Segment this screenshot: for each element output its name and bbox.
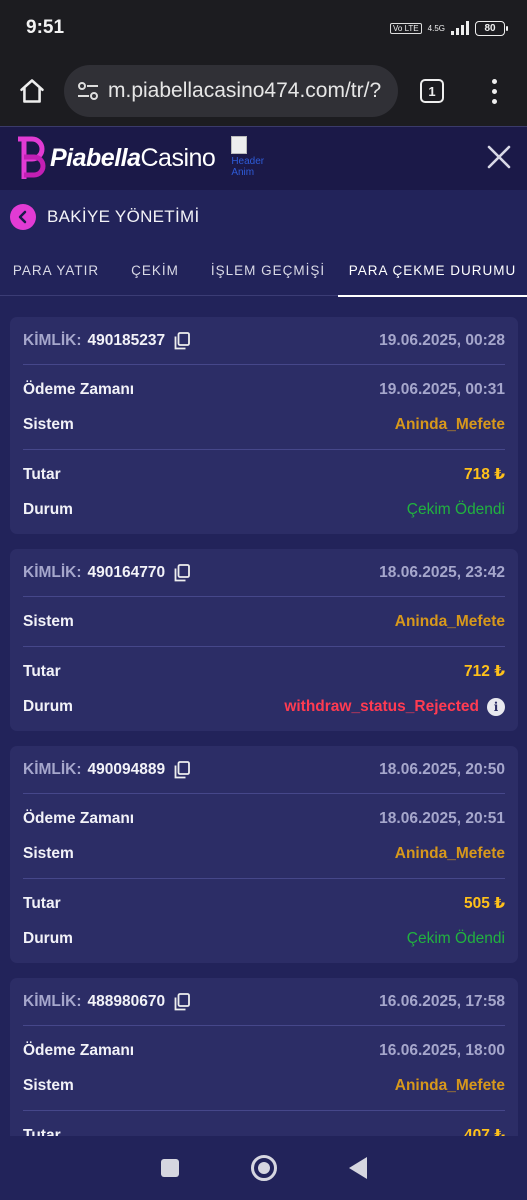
withdrawal-list: KİMLİK: 490185237 19.06.2025, 00:28 Ödem… [10,317,518,1175]
status-bar: 9:51 Vo LTE 4.5G 80 [0,0,527,56]
system-row: Sistem Aninda_Mefete [23,1076,505,1094]
back-button[interactable] [10,204,36,230]
withdrawal-id: 490185237 [87,331,166,349]
card-header: KİMLİK: 490094889 18.06.2025, 20:50 [23,746,505,794]
withdrawal-id: 488980670 [87,992,166,1010]
back-nav-button[interactable] [348,1157,367,1179]
withdrawal-id: 490164770 [87,563,166,581]
more-vert-icon [491,78,497,104]
tab-count: 1 [420,79,444,103]
created-date: 19.06.2025, 00:28 [379,331,505,349]
url-text: m.piabellacasino474.com/tr/? [108,79,382,102]
tab-switcher-button[interactable]: 1 [400,79,464,103]
header-animation-image: Header Anim [231,135,283,182]
close-button[interactable] [485,143,513,171]
created-date: 18.06.2025, 20:50 [379,760,505,778]
payment-time-row: Ödeme Zamanı 19.06.2025, 00:31 [23,380,505,398]
battery-icon: 80 [475,20,508,36]
card-header: KİMLİK: 490164770 18.06.2025, 23:42 [23,549,505,597]
home-circle-icon [257,1162,270,1174]
tab-deposit[interactable]: PARA YATIR [0,244,112,296]
info-icon[interactable]: i [487,697,505,716]
payment-time-row: Ödeme Zamanı 16.06.2025, 18:00 [23,1041,505,1059]
address-bar[interactable]: m.piabellacasino474.com/tr/? [64,65,398,117]
site-settings-icon[interactable] [74,80,102,102]
tab-transaction-history[interactable]: İŞLEM GEÇMİŞİ [198,244,338,296]
chevron-left-icon [18,210,27,224]
system-row: Sistem Aninda_Mefete [23,415,505,433]
payment-time-value: 16.06.2025, 18:00 [379,1041,505,1059]
page-title: BAKİYE YÖNETİMİ [47,207,200,226]
system-row: Sistem Aninda_Mefete [23,844,505,862]
home-icon [20,79,44,103]
amount-value: 712 ₺ [464,663,505,680]
system-value: Aninda_Mefete [394,612,505,630]
status-icons: Vo LTE 4.5G 80 [390,20,508,36]
copy-icon[interactable] [174,331,191,350]
id-label: KİMLİK: [23,992,82,1010]
status-row: Durum Çekim Ödendi [23,500,505,518]
payment-time-value: 19.06.2025, 00:31 [379,380,505,398]
card-header: KİMLİK: 490185237 19.06.2025, 00:28 [23,317,505,365]
status-row: Durum Çekim Ödendi [23,929,505,947]
site-header: Piabella Casino Header Anim [0,126,527,190]
withdrawal-card: KİMLİK: 490185237 19.06.2025, 00:28 Ödem… [10,317,518,534]
clock: 9:51 [26,17,65,38]
withdrawal-card: KİMLİK: 488980670 16.06.2025, 17:58 Ödem… [10,978,518,1160]
tab-withdraw[interactable]: ÇEKİM [112,244,198,296]
system-navigation-bar [0,1136,527,1200]
home-button[interactable] [0,56,64,126]
signal-icon [451,21,469,35]
status-row: Durum withdraw_status_Rejected i [23,689,505,724]
site-logo[interactable]: Piabella Casino [50,144,216,173]
system-value: Aninda_Mefete [394,844,505,862]
system-row: Sistem Aninda_Mefete [23,612,505,630]
recents-button[interactable] [160,1159,179,1177]
browser-menu-button[interactable] [464,78,524,104]
payment-time-value: 18.06.2025, 20:51 [379,809,505,827]
copy-icon[interactable] [174,992,191,1011]
system-value: Aninda_Mefete [394,415,505,433]
withdrawal-card: KİMLİK: 490164770 18.06.2025, 23:42 Sist… [10,549,518,731]
piabella-logo-icon[interactable] [16,133,46,185]
card-header: KİMLİK: 488980670 16.06.2025, 17:58 [23,978,505,1026]
copy-icon[interactable] [174,563,191,582]
status-value: withdraw_status_Rejected [284,697,479,715]
system-value: Aninda_Mefete [394,1076,505,1094]
balance-tabs: PARA YATIR ÇEKİM İŞLEM GEÇMİŞİ PARA ÇEKM… [0,244,527,297]
id-label: KİMLİK: [23,331,82,349]
browser-toolbar: m.piabellacasino474.com/tr/? 1 [0,56,527,126]
amount-row: Tutar 718 ₺ [23,465,505,484]
status-value: Çekim Ödendi [406,929,505,947]
withdrawal-id: 490094889 [87,760,166,778]
amount-value: 718 ₺ [464,466,505,483]
status-value: Çekim Ödendi [406,500,505,518]
close-icon [487,145,511,169]
created-date: 16.06.2025, 17:58 [379,992,505,1010]
home-nav-button[interactable] [250,1155,277,1181]
broken-image-icon [231,135,248,154]
copy-icon[interactable] [174,760,191,779]
payment-time-row: Ödeme Zamanı 18.06.2025, 20:51 [23,809,505,827]
withdrawal-card: KİMLİK: 490094889 18.06.2025, 20:50 Ödem… [10,746,518,963]
amount-value: 505 ₺ [464,895,505,912]
id-label: KİMLİK: [23,760,82,778]
network-type: 4.5G [427,23,445,33]
page-title-bar: BAKİYE YÖNETİMİ [0,190,527,244]
volte-icon: Vo LTE [390,22,422,34]
tab-withdraw-status[interactable]: PARA ÇEKME DURUMU [338,244,527,297]
amount-row: Tutar 712 ₺ [23,662,505,681]
id-label: KİMLİK: [23,563,82,581]
created-date: 18.06.2025, 23:42 [379,563,505,581]
amount-row: Tutar 505 ₺ [23,894,505,913]
